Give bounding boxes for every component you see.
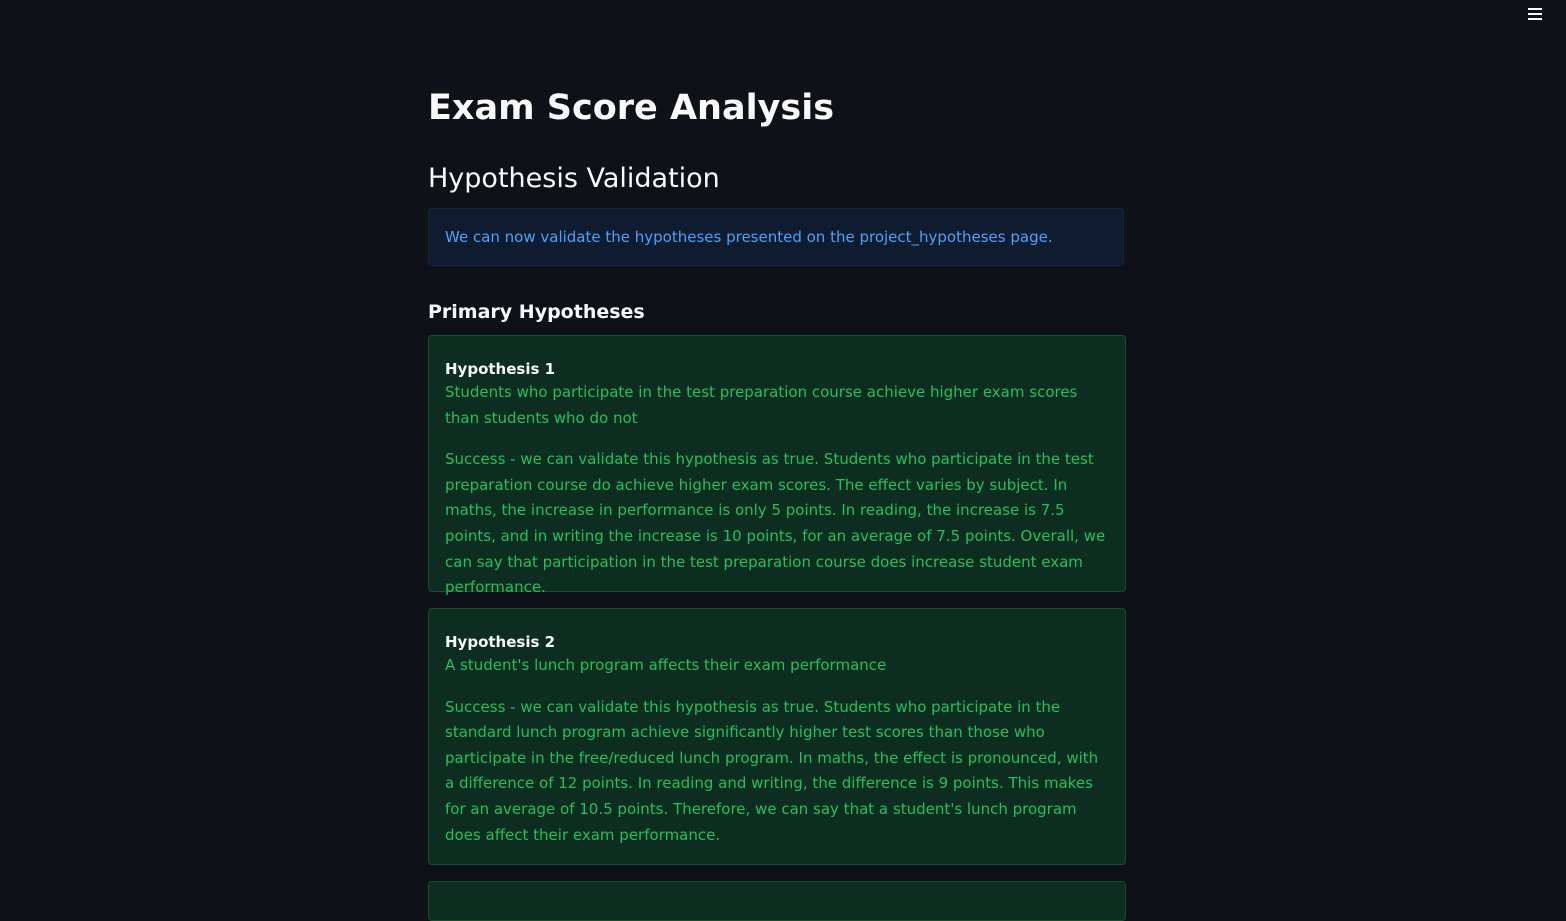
info-alert-text: We can now validate the hypotheses prese…: [445, 228, 1053, 246]
section-title: Hypothesis Validation: [428, 163, 720, 194]
subsection-title: Primary Hypotheses: [428, 301, 645, 323]
success-alert-hypothesis-1: Hypothesis 1 Students who participate in…: [428, 335, 1126, 596]
hypothesis-statement: A student's lunch program affects their …: [445, 656, 887, 674]
hamburger-menu-icon[interactable]: [1524, 3, 1546, 25]
hypothesis-result: Success - we can validate this hypothesi…: [445, 697, 1099, 844]
page-title: Exam Score Analysis: [428, 88, 835, 128]
hypothesis-title: Hypothesis 1: [445, 360, 556, 378]
hypothesis-title: Hypothesis 2: [445, 633, 556, 651]
success-alert-hypothesis-2: Hypothesis 2 A student's lunch program a…: [428, 608, 1126, 865]
info-alert: We can now validate the hypotheses prese…: [428, 208, 1124, 266]
hypothesis-statement: Students who participate in the test pre…: [445, 383, 1078, 427]
success-alert-hypothesis-3: [428, 881, 1126, 921]
hypothesis-result: Success - we can validate this hypothesi…: [445, 450, 1106, 597]
